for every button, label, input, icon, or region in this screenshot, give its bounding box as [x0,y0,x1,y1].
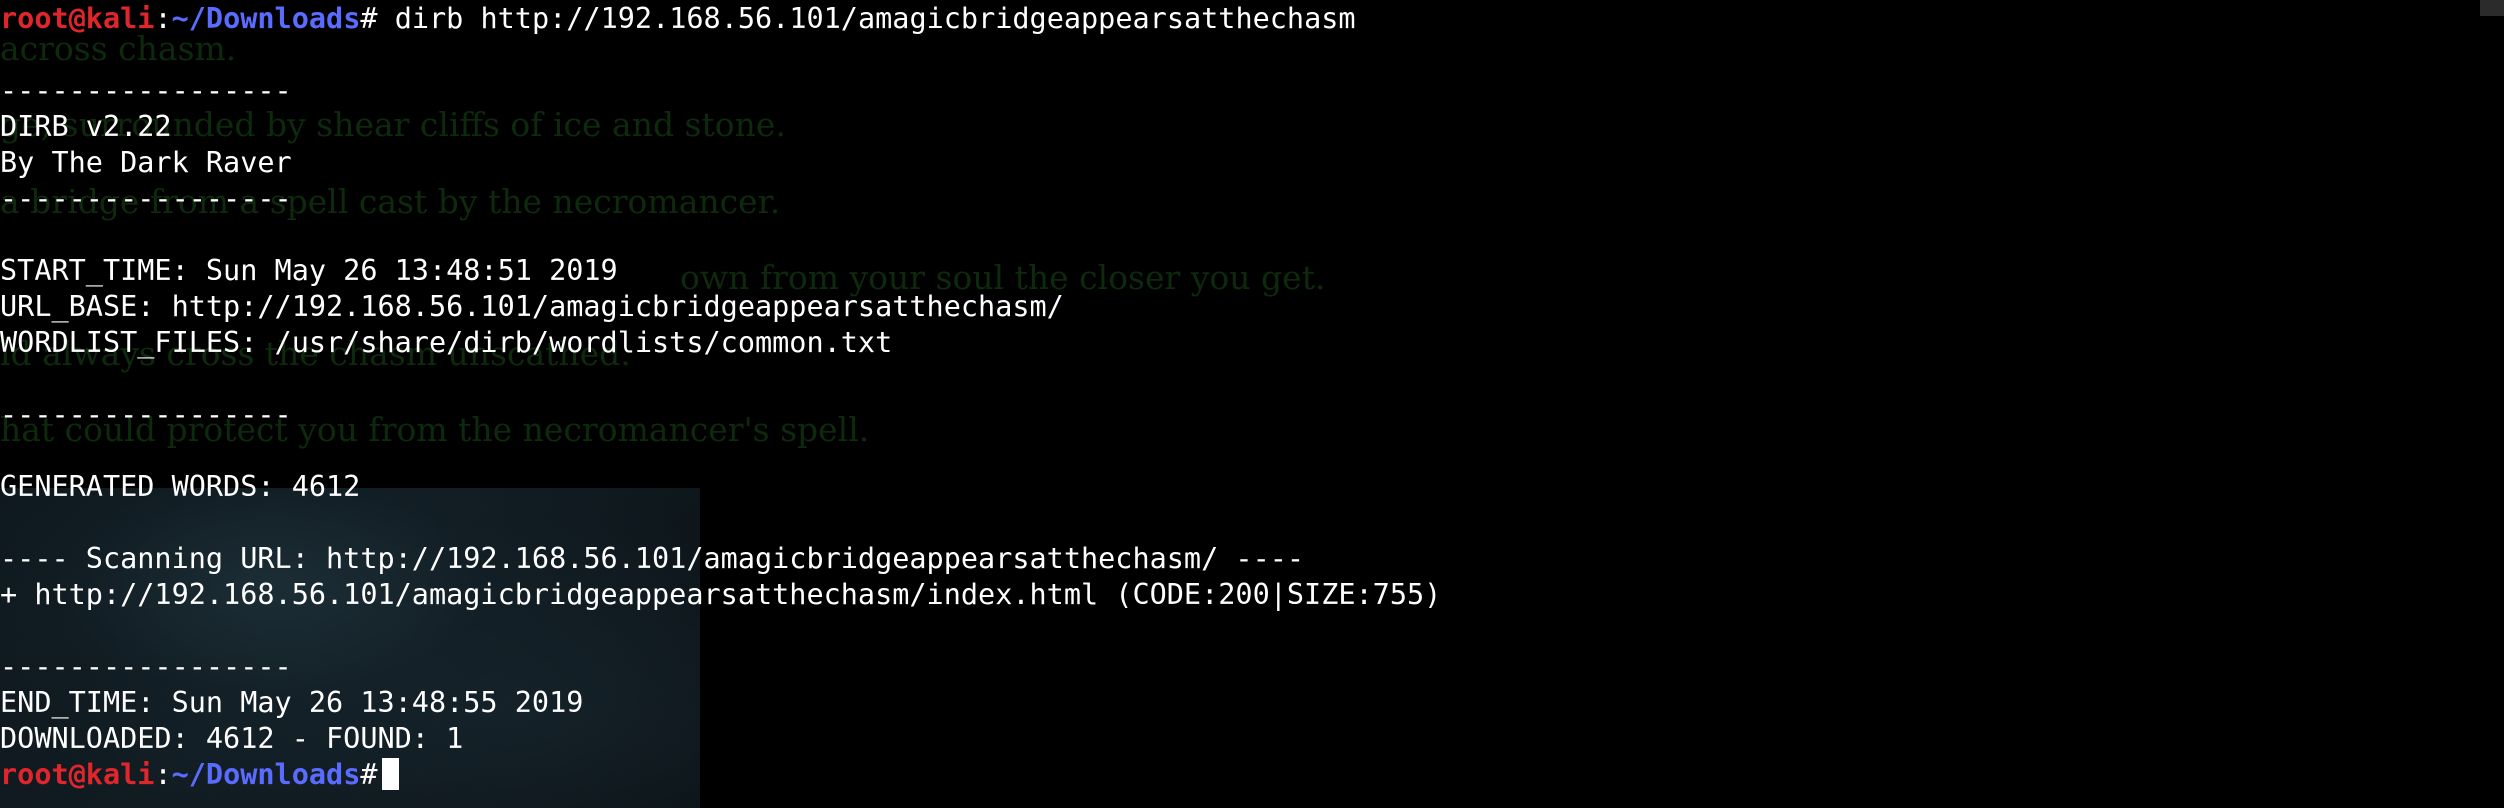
prompt-colon: : [154,758,172,791]
start-time: START_TIME: Sun May 26 13:48:51 2019 [0,254,618,287]
prompt-colon: : [154,2,172,35]
prompt-user-host: root@kali [0,758,155,791]
prompt-path: ~/Downloads [171,758,361,791]
active-prompt-line[interactable]: root@kali:~/Downloads# [0,757,399,793]
separator-line: ----------------- [0,650,292,683]
end-time: END_TIME: Sun May 26 13:48:55 2019 [0,686,584,719]
url-base: URL_BASE: http://192.168.56.101/amagicbr… [0,290,1064,323]
dirb-author: By The Dark Raver [0,146,292,179]
prompt-symbol: # [360,2,378,35]
separator-line: ----------------- [0,398,292,431]
command-line: root@kali:~/Downloads# dirb http://192.1… [0,1,1356,37]
separator-line: ----------------- [0,74,292,107]
prompt-path: ~/Downloads [171,2,361,35]
generated-words: GENERATED WORDS: 4612 [0,470,361,503]
command-text: dirb http://192.168.56.101/amagicbridgea… [377,2,1356,35]
prompt-symbol: # [360,758,378,791]
separator-line: ----------------- [0,182,292,215]
scan-result: + http://192.168.56.101/amagicbridgeappe… [0,578,1442,611]
window-edge [2480,0,2504,16]
prompt-user-host: root@kali [0,2,155,35]
dirb-version: DIRB v2.22 [0,110,172,143]
wordlist-files: WORDLIST_FILES: /usr/share/dirb/wordlist… [0,326,893,359]
scanning-url: ---- Scanning URL: http://192.168.56.101… [0,542,1305,575]
text-cursor[interactable] [381,758,399,790]
downloaded-summary: DOWNLOADED: 4612 - FOUND: 1 [0,722,464,755]
terminal-window[interactable]: across chasm. ge, surrounded by shear cl… [0,0,2504,808]
